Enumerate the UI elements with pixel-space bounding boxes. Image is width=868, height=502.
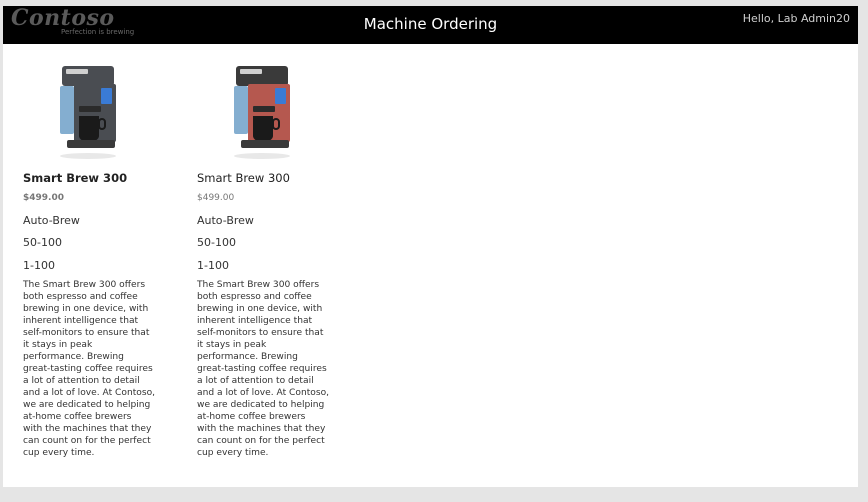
page-title: Machine Ordering [363, 15, 498, 33]
description-line: inherent intelligence that [23, 316, 139, 326]
description-line: we are dedicated to helping [23, 400, 151, 410]
description-line: at-home coffee brewers [197, 412, 306, 422]
description-line: self-monitors to ensure that [23, 328, 150, 338]
description-line: and a lot of love. At Contoso, [197, 388, 330, 398]
description-line: a lot of attention to detail [197, 376, 314, 386]
product-price: $499.00 [23, 193, 64, 203]
description-line: brewing in one device, with [197, 304, 323, 314]
description-line: with the machines that they [197, 424, 326, 434]
product-brew-type: Auto-Brew [197, 214, 254, 227]
description-line: performance. Brewing [197, 352, 298, 362]
product-name: Smart Brew 300 [197, 171, 290, 185]
product-range-b: 1-100 [197, 259, 229, 272]
description-line: The Smart Brew 300 offers [23, 280, 146, 290]
user-greeting: Hello, Lab Admin20 [742, 12, 850, 25]
description-line: both espresso and coffee [23, 292, 138, 302]
description-line: with the machines that they [23, 424, 152, 434]
product-description: The Smart Brew 300 offers both espresso a… [23, 279, 159, 459]
description-line: can count on for the perfect [23, 436, 151, 446]
description-line: cup every time. [23, 448, 95, 458]
description-line: and a lot of love. At Contoso, [23, 388, 156, 398]
description-line: it stays in peak [23, 340, 93, 350]
product-range-a: 50-100 [197, 236, 236, 249]
description-line: brewing in one device, with [23, 304, 149, 314]
coffee-machine-image[interactable] [231, 64, 293, 160]
description-line: great-tasting coffee requires [23, 364, 153, 374]
description-line: self-monitors to ensure that [197, 328, 324, 338]
description-line: great-tasting coffee requires [197, 364, 327, 374]
description-line: it stays in peak [197, 340, 267, 350]
description-line: can count on for the perfect [197, 436, 325, 446]
description-line: we are dedicated to helping [197, 400, 325, 410]
product-range-a: 50-100 [23, 236, 62, 249]
coffee-machine-image[interactable] [57, 64, 119, 160]
description-line: both espresso and coffee [197, 292, 312, 302]
header-bar: Contoso Perfection is brewing Machine Or… [3, 5, 858, 44]
description-line: a lot of attention to detail [23, 376, 140, 386]
app-window: Contoso Perfection is brewing Machine Or… [3, 5, 858, 487]
description-line: inherent intelligence that [197, 316, 313, 326]
description-line: at-home coffee brewers [23, 412, 132, 422]
product-price: $499.00 [197, 193, 235, 203]
product-brew-type: Auto-Brew [23, 214, 80, 227]
description-line: performance. Brewing [23, 352, 124, 362]
description-line: The Smart Brew 300 offers [197, 280, 320, 290]
product-range-b: 1-100 [23, 259, 55, 272]
description-line: cup every time. [197, 448, 269, 458]
product-description: The Smart Brew 300 offers both espresso a… [197, 279, 333, 459]
product-name: Smart Brew 300 [23, 171, 128, 185]
